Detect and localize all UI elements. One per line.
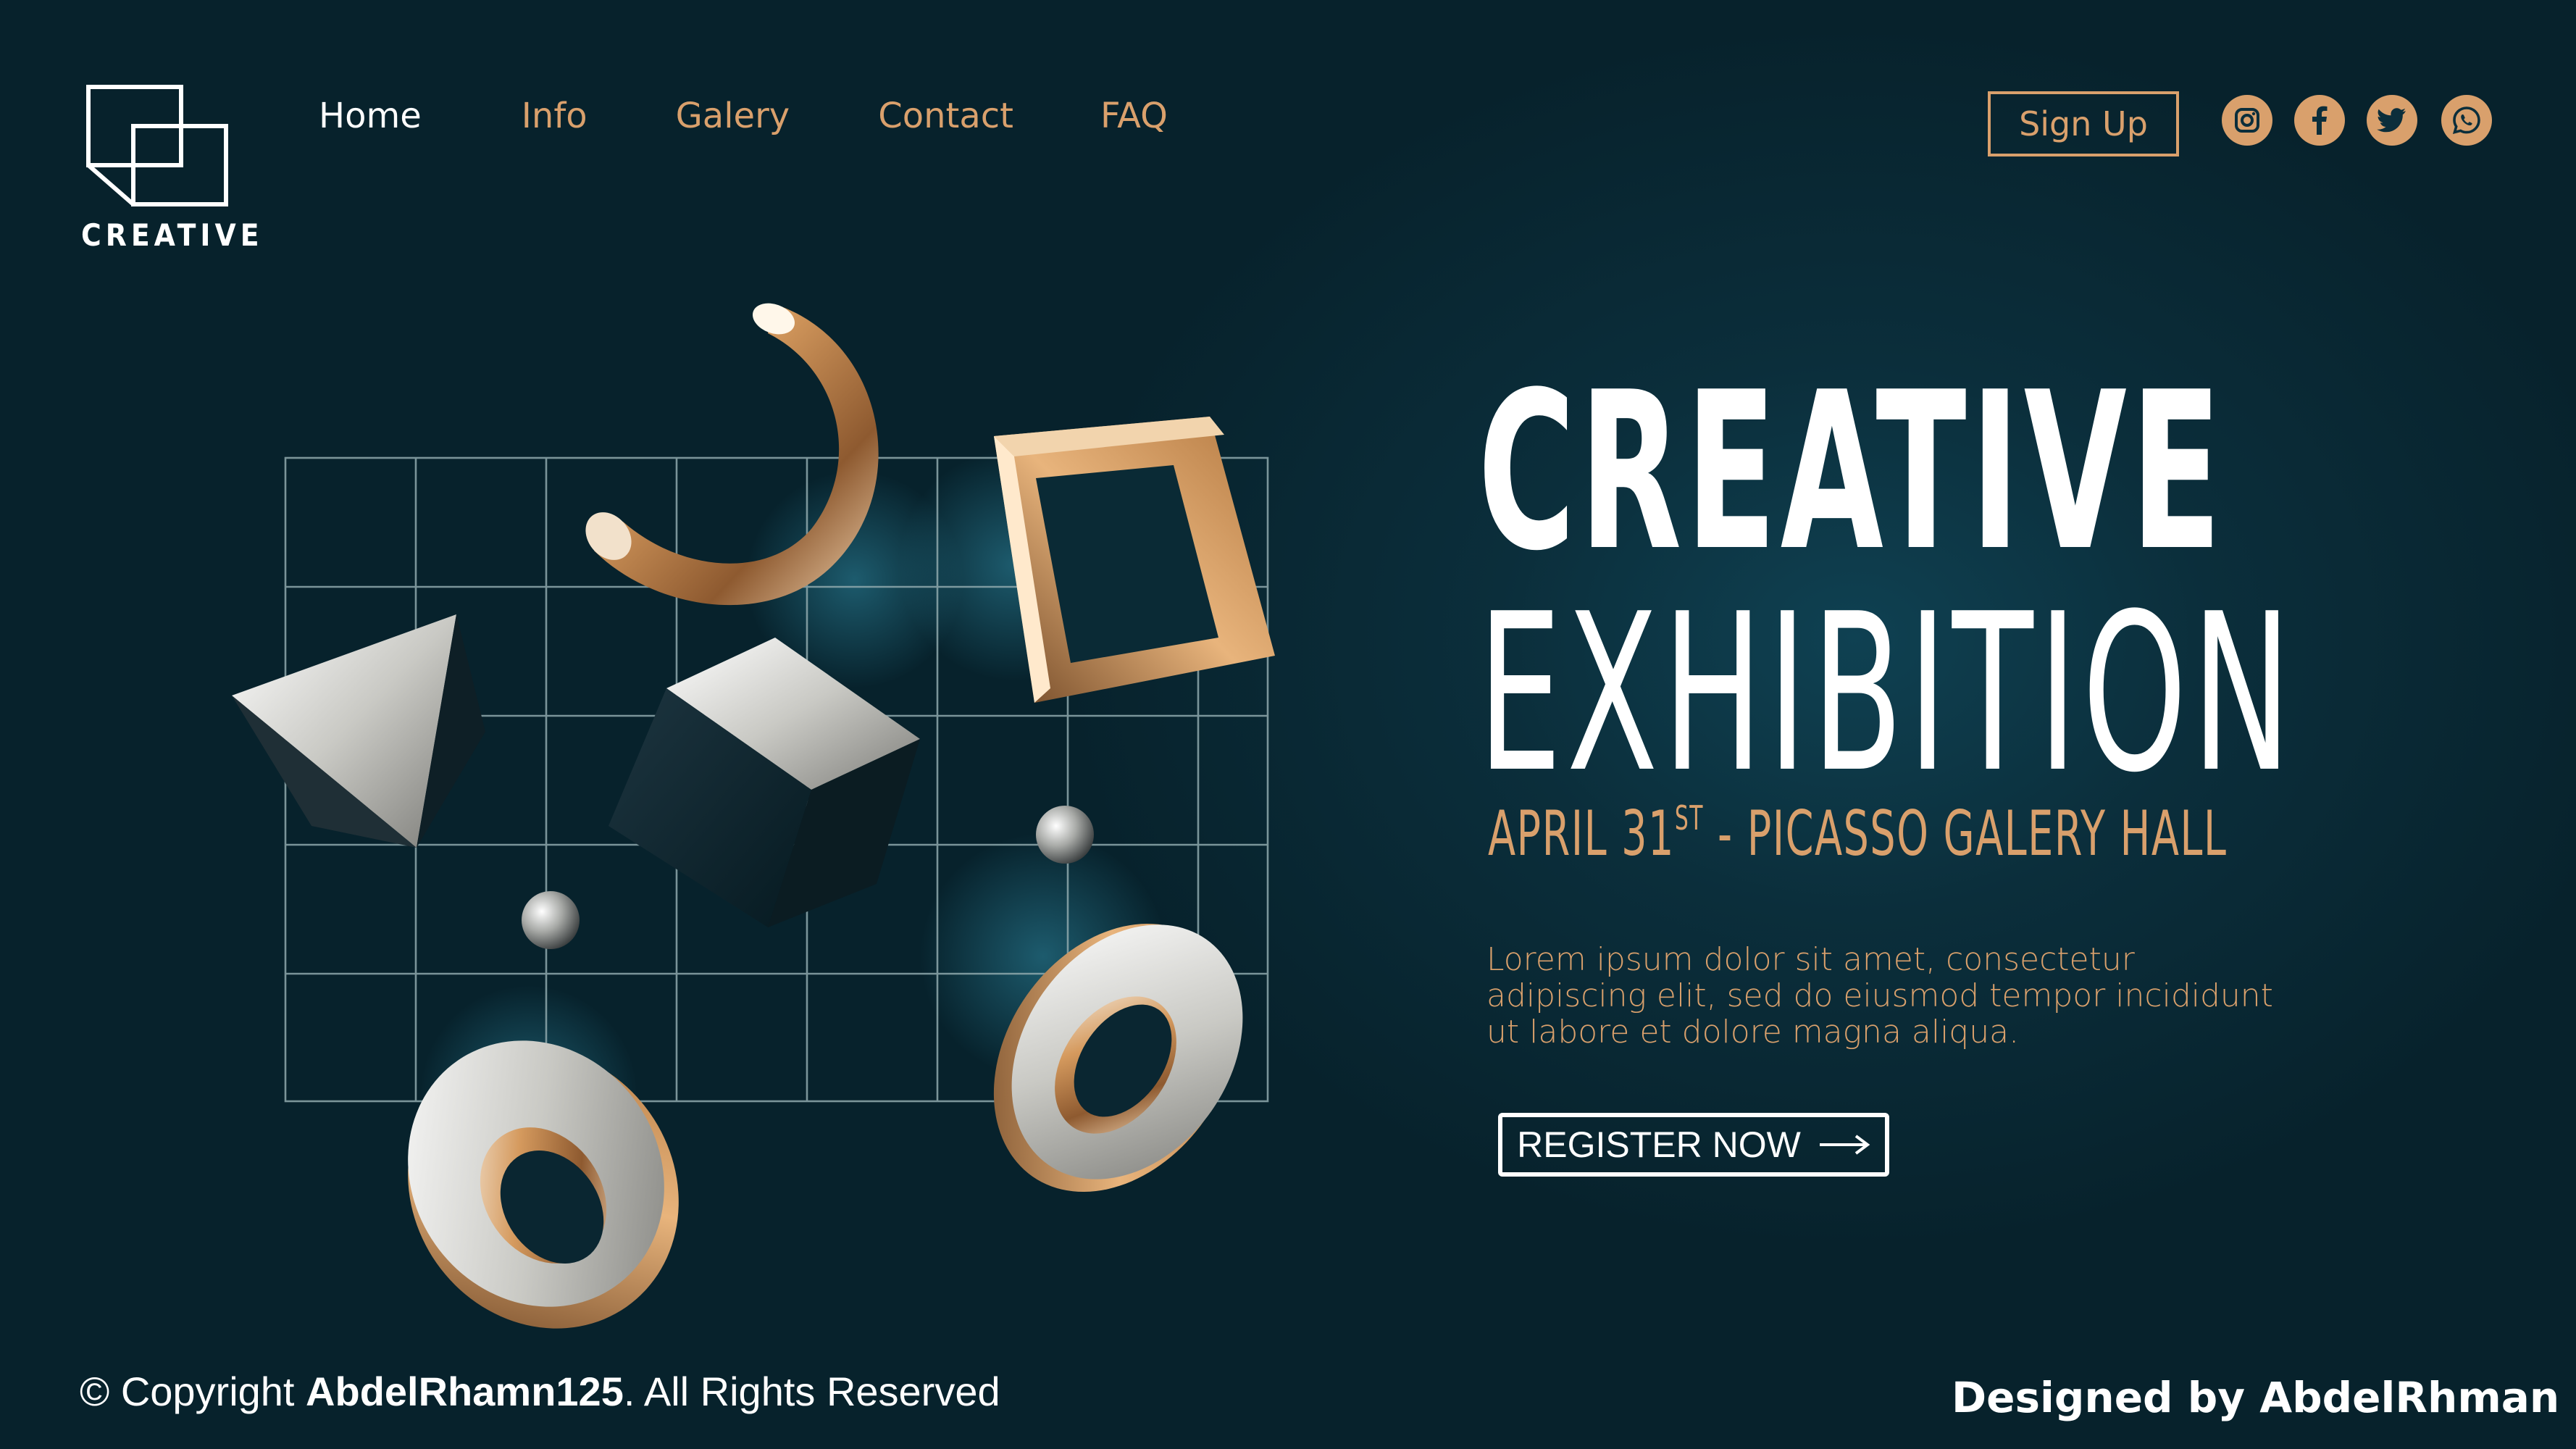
- arrow-right-icon: [1819, 1135, 1870, 1155]
- main-nav: Home Info Galery Contact FAQ: [319, 96, 1168, 136]
- copyright-suffix: . All Rights Reserved: [623, 1369, 1000, 1414]
- nav-item-home[interactable]: Home: [319, 96, 422, 136]
- hero-title-line-2: EXHIBITION: [1478, 567, 2296, 820]
- gold-arc-shape: [585, 303, 879, 606]
- event-description: Lorem ipsum dolor sit amet, consectetur …: [1486, 941, 2273, 1051]
- nav-item-galery[interactable]: Galery: [676, 96, 790, 136]
- silver-ball: [522, 891, 580, 949]
- copyright-name: AbdelRhamn125: [306, 1369, 624, 1414]
- whatsapp-icon[interactable]: [2441, 95, 2492, 146]
- event-venue: - PICASSO GALERY HALL: [1703, 798, 2228, 870]
- nav-item-info[interactable]: Info: [522, 96, 587, 136]
- copyright-text: © Copyright AbdelRhamn125. All Rights Re…: [80, 1368, 1000, 1415]
- designer-credit: Designed by AbdelRhman: [1952, 1373, 2560, 1422]
- geometric-artwork: [232, 303, 1275, 1329]
- logo-text: CREATIVE: [81, 217, 264, 253]
- event-date-suffix: ST: [1674, 798, 1704, 838]
- hero-title-line-1: CREATIVE: [1478, 346, 2226, 598]
- copyright-prefix: © Copyright: [80, 1369, 306, 1414]
- silver-pyramid-shape: [232, 614, 485, 848]
- instagram-icon[interactable]: [2222, 95, 2272, 146]
- silver-ball: [1036, 806, 1094, 864]
- logo[interactable]: CREATIVE: [81, 81, 264, 255]
- overlapping-squares-icon: [86, 85, 228, 206]
- event-date: APRIL 31: [1488, 798, 1675, 870]
- register-now-label: REGISTER NOW: [1517, 1124, 1801, 1165]
- nav-item-faq[interactable]: FAQ: [1100, 96, 1168, 136]
- twitter-icon[interactable]: [2367, 95, 2417, 146]
- event-date-venue: APRIL 31ST - PICASSO GALERY HALL: [1488, 801, 2227, 865]
- sign-up-button[interactable]: Sign Up: [1988, 91, 2179, 156]
- facebook-icon[interactable]: [2294, 95, 2345, 146]
- gold-frame-shape: [994, 417, 1275, 703]
- register-now-button[interactable]: REGISTER NOW: [1498, 1113, 1889, 1177]
- nav-item-contact[interactable]: Contact: [878, 96, 1013, 136]
